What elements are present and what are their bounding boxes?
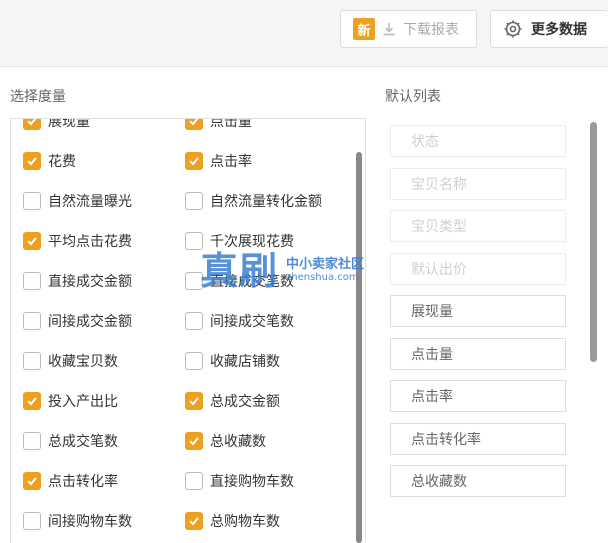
- more-data-button[interactable]: 更多数据: [490, 10, 608, 48]
- default-list-item[interactable]: 总收藏数: [390, 465, 566, 497]
- metric-checkbox[interactable]: [185, 512, 203, 530]
- metric-label: 平均点击花费: [48, 234, 132, 250]
- metric-label: 投入产出比: [48, 394, 118, 410]
- metric-label: 间接购物车数: [48, 514, 132, 530]
- metric-checkbox[interactable]: [185, 272, 203, 290]
- metric-label: 千次展现花费: [210, 234, 294, 250]
- metric-label: 收藏宝贝数: [48, 354, 118, 370]
- metric-label: 点击转化率: [48, 474, 118, 490]
- default-list-scrollbar[interactable]: [590, 122, 597, 362]
- default-list-item: 状态: [390, 125, 566, 157]
- metric-option[interactable]: 自然流量转化金额: [185, 191, 322, 211]
- default-list-item[interactable]: 展现量: [390, 295, 566, 327]
- metric-checkbox[interactable]: [185, 432, 203, 450]
- metric-option[interactable]: 千次展现花费: [185, 231, 294, 251]
- metric-checkbox[interactable]: [185, 312, 203, 330]
- download-report-button[interactable]: 新 下载报表: [340, 10, 477, 48]
- metric-label: 直接成交金额: [48, 274, 132, 290]
- metric-checkbox[interactable]: [23, 512, 41, 530]
- metric-checkbox[interactable]: [185, 152, 203, 170]
- metric-option[interactable]: 平均点击花费: [23, 231, 132, 251]
- metric-label: 总成交金额: [210, 394, 280, 410]
- metric-label: 花费: [48, 154, 76, 170]
- metric-checkbox[interactable]: [185, 192, 203, 210]
- toolbar: 新 下载报表 更多数据: [0, 0, 608, 67]
- metric-label: 收藏店铺数: [210, 354, 280, 370]
- metric-label: 总收藏数: [210, 434, 266, 450]
- metric-label: 自然流量曝光: [48, 194, 132, 210]
- metric-option[interactable]: 点击量: [185, 118, 252, 131]
- download-icon: [383, 23, 395, 36]
- metric-checkbox[interactable]: [185, 472, 203, 490]
- metric-label: 自然流量转化金额: [210, 194, 322, 210]
- metric-option[interactable]: 总收藏数: [185, 431, 266, 451]
- metric-option[interactable]: 间接购物车数: [23, 511, 132, 531]
- metric-checkbox[interactable]: [185, 232, 203, 250]
- metric-label: 间接成交笔数: [210, 314, 294, 330]
- metric-checkbox[interactable]: [23, 352, 41, 370]
- metric-option[interactable]: 点击转化率: [23, 471, 118, 491]
- default-list-item: 宝贝类型: [390, 210, 566, 242]
- metric-checkbox[interactable]: [185, 352, 203, 370]
- metric-label: 直接购物车数: [210, 474, 294, 490]
- metric-option[interactable]: 收藏宝贝数: [23, 351, 118, 371]
- default-list-title: 默认列表: [385, 89, 441, 105]
- metric-label: 直接成交笔数: [210, 274, 294, 290]
- metric-option[interactable]: 直接成交金额: [23, 271, 132, 291]
- metric-option[interactable]: 总购物车数: [185, 511, 280, 531]
- gear-icon: [504, 20, 522, 38]
- metric-option[interactable]: 自然流量曝光: [23, 191, 132, 211]
- metric-checkbox[interactable]: [185, 392, 203, 410]
- metric-option[interactable]: 直接购物车数: [185, 471, 294, 491]
- default-list-item: 宝贝名称: [390, 167, 566, 200]
- default-list-item[interactable]: 点击率: [390, 380, 566, 412]
- metric-checkbox[interactable]: [23, 472, 41, 490]
- download-report-label: 下载报表: [403, 22, 459, 38]
- metric-checkbox[interactable]: [23, 272, 41, 290]
- metric-option[interactable]: 点击率: [185, 151, 252, 171]
- metric-option[interactable]: 收藏店铺数: [185, 351, 280, 371]
- metric-option[interactable]: 投入产出比: [23, 391, 118, 411]
- metric-option[interactable]: 花费: [23, 151, 76, 171]
- metric-label: 点击率: [210, 154, 252, 170]
- metric-checkbox[interactable]: [23, 119, 41, 130]
- metric-label: 展现量: [48, 118, 90, 130]
- metric-label: 总成交笔数: [48, 434, 118, 450]
- metric-checkbox[interactable]: [23, 432, 41, 450]
- metrics-scrollbar[interactable]: [356, 152, 362, 543]
- metric-option[interactable]: 间接成交金额: [23, 311, 132, 331]
- default-list-item[interactable]: 点击量: [390, 337, 566, 370]
- metric-checkbox[interactable]: [23, 312, 41, 330]
- metric-checkbox[interactable]: [23, 192, 41, 210]
- default-list-item[interactable]: 点击转化率: [390, 422, 566, 455]
- metric-checkbox[interactable]: [23, 152, 41, 170]
- metric-label: 间接成交金额: [48, 314, 132, 330]
- new-badge: 新: [353, 18, 375, 40]
- select-metrics-title: 选择度量: [10, 89, 66, 105]
- metric-option[interactable]: 展现量: [23, 118, 90, 131]
- metrics-panel: 展现量 点击量 花费 点击率 自然流量曝光 自然流量转化金额 平均点击花费 千次展现花费 直接成…: [10, 118, 366, 543]
- metric-checkbox[interactable]: [23, 392, 41, 410]
- metric-option[interactable]: 总成交金额: [185, 391, 280, 411]
- metric-checkbox[interactable]: [23, 232, 41, 250]
- more-data-label: 更多数据: [531, 22, 587, 38]
- default-list-item: 默认出价: [390, 252, 566, 285]
- metric-option[interactable]: 直接成交笔数: [185, 271, 294, 291]
- metric-label: 总购物车数: [210, 514, 280, 530]
- metric-checkbox[interactable]: [185, 119, 203, 130]
- metric-option[interactable]: 总成交笔数: [23, 431, 118, 451]
- metric-option[interactable]: 间接成交笔数: [185, 311, 294, 331]
- metric-label: 点击量: [210, 118, 252, 130]
